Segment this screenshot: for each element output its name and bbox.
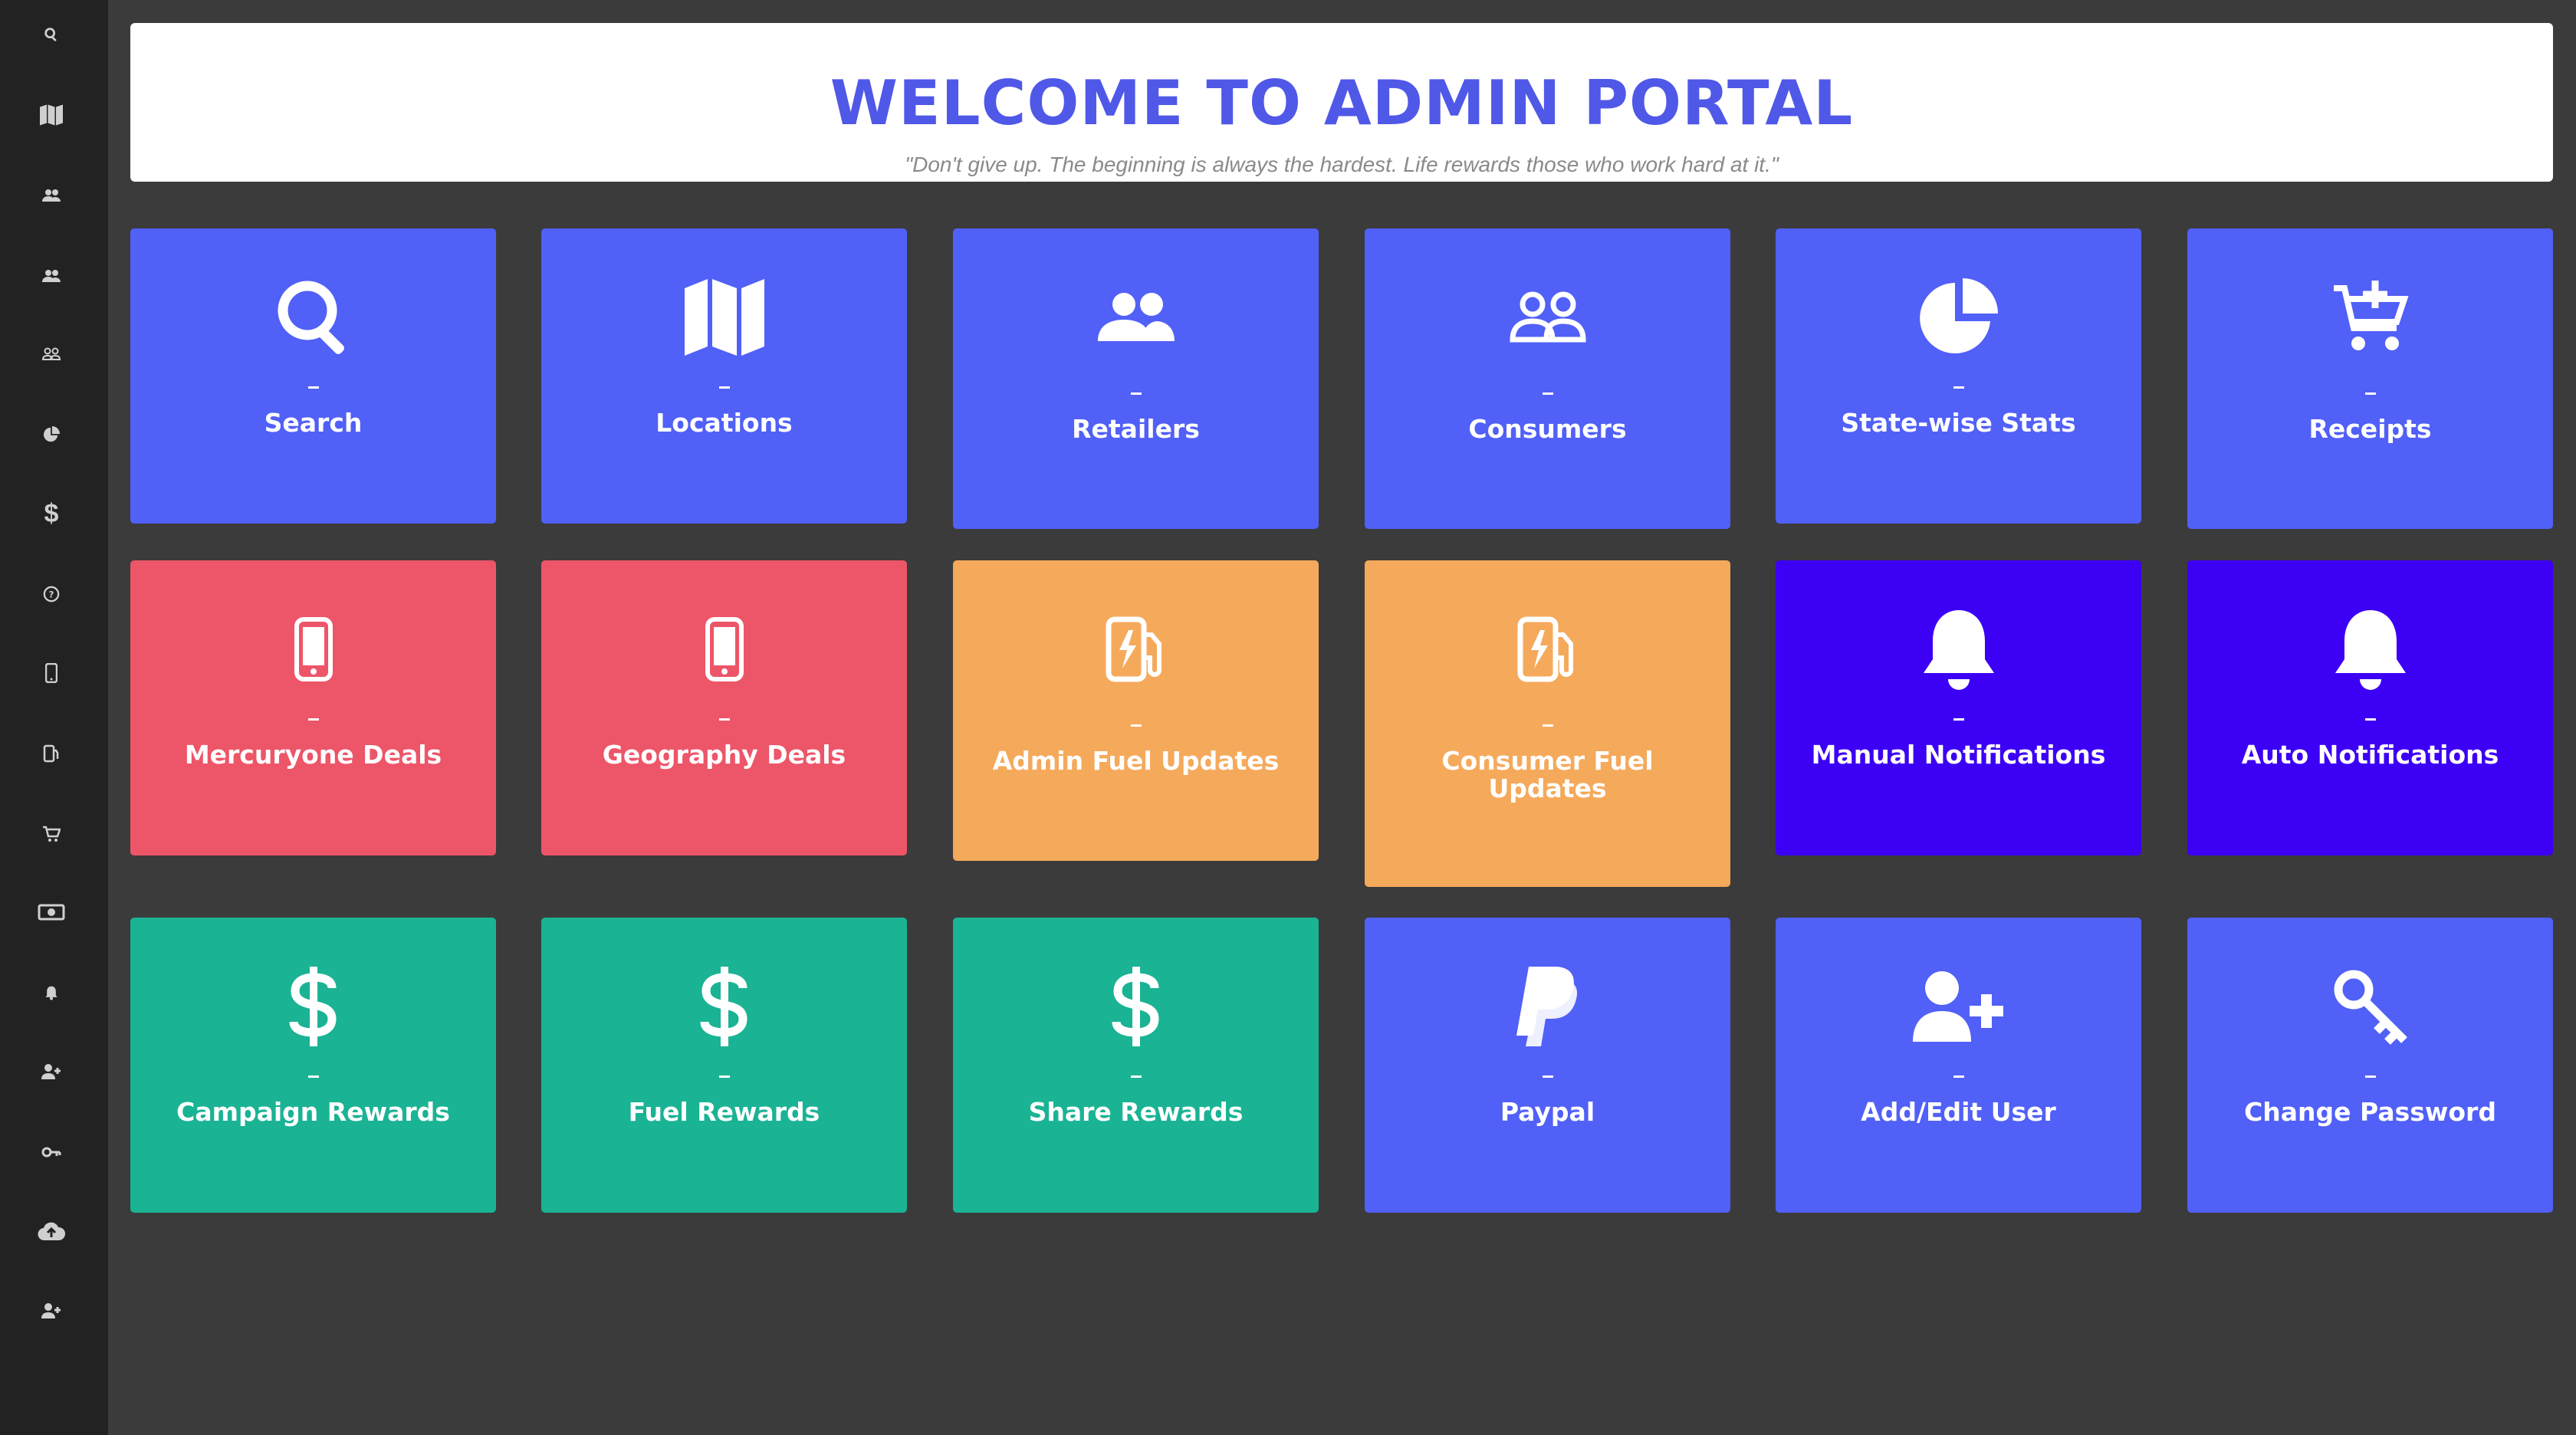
tile-state-wise-stats[interactable]: State-wise Stats	[1776, 228, 2141, 524]
page-title: WELCOME TO ADMIN PORTAL	[830, 67, 1854, 139]
tile-label: Mercuryone Deals	[184, 740, 442, 770]
sidebar-map-icon[interactable]	[0, 92, 103, 138]
key-icon	[2187, 962, 2553, 1051]
tile-label: Share Rewards	[1028, 1097, 1244, 1127]
sidebar-search-icon[interactable]	[0, 11, 103, 57]
search-icon	[130, 273, 496, 362]
tile-divider	[2364, 1075, 2376, 1078]
tile-divider	[1542, 392, 1553, 395]
tile-consumers[interactable]: Consumers	[1365, 228, 1730, 529]
tile-divider	[1130, 1075, 1142, 1078]
svg-text:?: ?	[49, 589, 54, 600]
sidebar-cloud-upload-icon[interactable]	[0, 1208, 103, 1254]
welcome-header: WELCOME TO ADMIN PORTAL "Don't give up. …	[130, 23, 2553, 182]
tile-search[interactable]: Search	[130, 228, 496, 524]
tile-divider	[718, 386, 730, 389]
sidebar-key-icon[interactable]	[0, 1129, 103, 1175]
fuel-pump-icon	[953, 605, 1319, 694]
tile-auto-notifications[interactable]: Auto Notifications	[2187, 560, 2553, 855]
tile-label: Campaign Rewards	[176, 1097, 450, 1127]
sidebar-user-plus-icon[interactable]	[0, 1049, 103, 1095]
sidebar-fuel-pump-icon[interactable]	[0, 731, 103, 777]
tile-label: Retailers	[1072, 414, 1200, 444]
tile-label: Consumer Fuel Updates	[1441, 746, 1654, 803]
tile-divider	[1953, 1075, 1964, 1078]
tile-divider	[2364, 718, 2376, 721]
tile-divider	[307, 386, 319, 389]
tile-fuel-rewards[interactable]: Fuel Rewards	[541, 918, 907, 1213]
tile-divider	[718, 718, 730, 721]
sidebar-dollar-icon[interactable]: $	[0, 491, 103, 537]
tile-paypal[interactable]: Paypal	[1365, 918, 1730, 1213]
dollar-icon	[541, 962, 907, 1051]
sidebar-bell-icon[interactable]	[0, 970, 103, 1016]
cart-plus-icon	[2187, 273, 2553, 362]
tile-retailers[interactable]: Retailers	[953, 228, 1319, 529]
sidebar-pie-chart-icon[interactable]	[0, 412, 103, 458]
sidebar-mobile-icon[interactable]	[0, 650, 103, 696]
tile-campaign-rewards[interactable]: Campaign Rewards	[130, 918, 496, 1213]
motivational-quote: "Don't give up. The beginning is always …	[905, 153, 1779, 176]
tile-geography-deals[interactable]: Geography Deals	[541, 560, 907, 855]
tile-label: Manual Notifications	[1811, 740, 2106, 770]
tile-divider	[307, 1075, 319, 1078]
sidebar: $ ?	[0, 0, 108, 1435]
paypal-icon	[1365, 962, 1730, 1051]
tile-manual-notifications[interactable]: Manual Notifications	[1776, 560, 2141, 855]
pie-chart-icon	[1776, 273, 2141, 362]
tile-divider	[1130, 724, 1142, 727]
tile-label: Auto Notifications	[2241, 740, 2499, 770]
tile-divider	[718, 1075, 730, 1078]
dollar-icon	[953, 962, 1319, 1051]
tile-admin-fuel-updates[interactable]: Admin Fuel Updates	[953, 560, 1319, 861]
map-icon	[541, 273, 907, 362]
sidebar-money-bill-icon[interactable]	[0, 889, 103, 935]
tile-divider	[307, 718, 319, 721]
users-icon	[953, 273, 1319, 362]
tile-divider	[1542, 1075, 1553, 1078]
tile-add-edit-user[interactable]: Add/Edit User	[1776, 918, 2141, 1213]
tile-label: Add/Edit User	[1861, 1097, 2056, 1127]
tile-label: Search	[264, 408, 363, 438]
bell-icon	[2187, 605, 2553, 694]
fuel-pump-icon	[1365, 605, 1730, 694]
users-outline-icon	[1365, 273, 1730, 362]
sidebar-users-icon[interactable]	[0, 172, 103, 218]
tile-share-rewards[interactable]: Share Rewards	[953, 918, 1319, 1213]
tile-label: Geography Deals	[602, 740, 846, 770]
sidebar-users-icon[interactable]	[0, 253, 103, 299]
tile-divider	[1953, 386, 1964, 389]
tile-divider	[1130, 392, 1142, 395]
mobile-icon	[541, 605, 907, 694]
sidebar-users-outline-icon[interactable]	[0, 331, 103, 377]
mobile-icon	[130, 605, 496, 694]
tile-divider	[1953, 718, 1964, 721]
tile-label: Fuel Rewards	[628, 1097, 820, 1127]
sidebar-cart-plus-icon[interactable]	[0, 811, 103, 857]
tile-divider	[2364, 392, 2376, 395]
sidebar-user-plus-icon[interactable]	[0, 1288, 103, 1334]
tile-label: State-wise Stats	[1841, 408, 2076, 438]
tile-label: Paypal	[1500, 1097, 1595, 1127]
sidebar-help-icon[interactable]: ?	[0, 571, 103, 617]
dollar-icon	[130, 962, 496, 1051]
tile-divider	[1542, 724, 1553, 727]
tile-label: Consumers	[1468, 414, 1627, 444]
tile-label: Receipts	[2308, 414, 2432, 444]
tile-receipts[interactable]: Receipts	[2187, 228, 2553, 529]
tile-mercuryone-deals[interactable]: Mercuryone Deals	[130, 560, 496, 855]
tile-consumer-fuel-updates[interactable]: Consumer Fuel Updates	[1365, 560, 1730, 887]
bell-icon	[1776, 605, 2141, 694]
tile-locations[interactable]: Locations	[541, 228, 907, 524]
tile-label: Locations	[656, 408, 793, 438]
tile-change-password[interactable]: Change Password	[2187, 918, 2553, 1213]
user-plus-icon	[1776, 962, 2141, 1051]
tile-label: Admin Fuel Updates	[992, 746, 1280, 776]
tile-label: Change Password	[2244, 1097, 2496, 1127]
